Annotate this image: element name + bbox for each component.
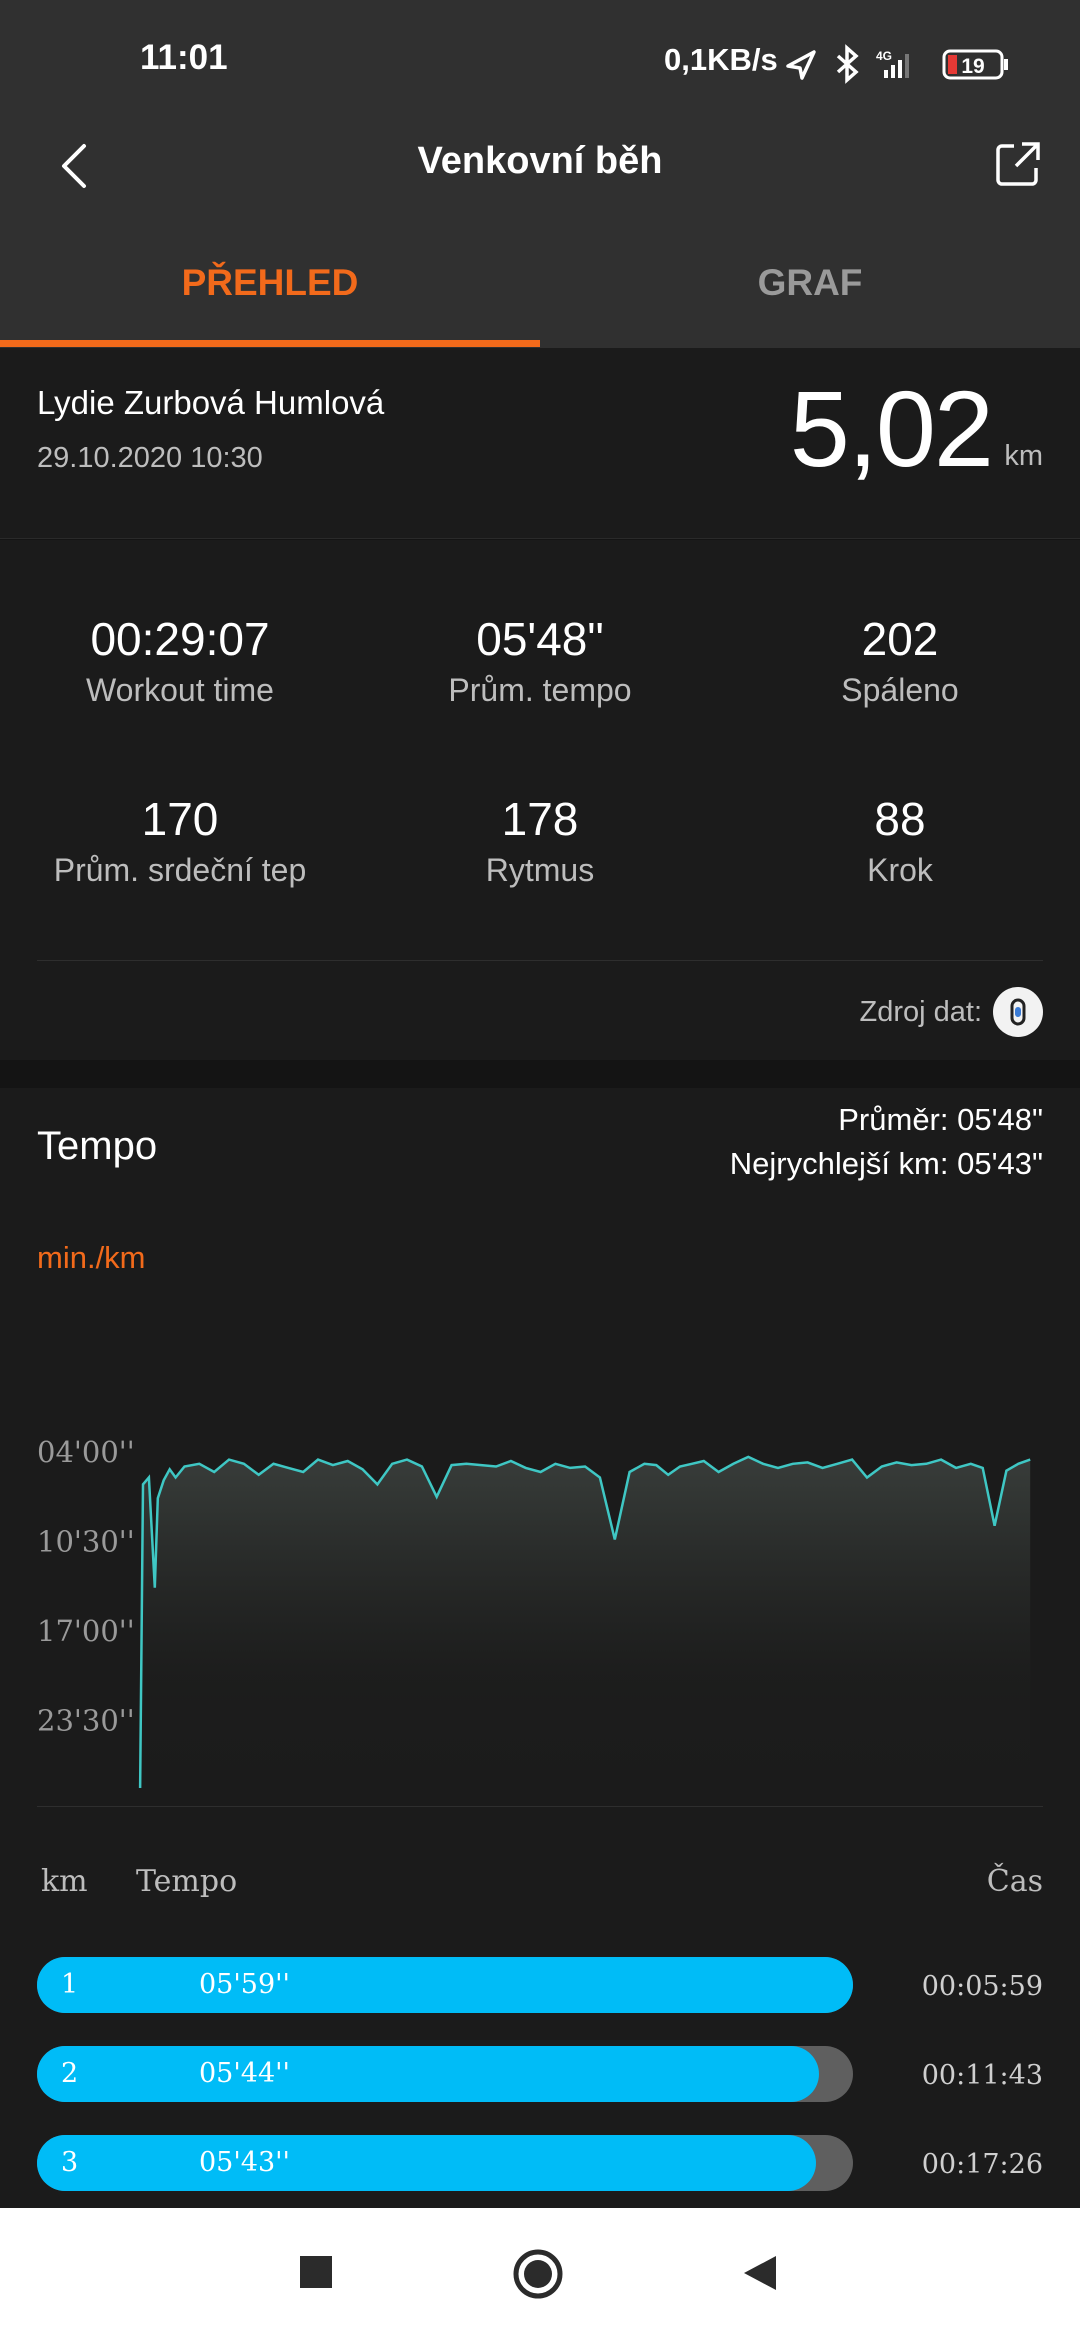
split-time: 00:05:59 bbox=[921, 1971, 1043, 2002]
tempo-fastest: Nejrychlejší km: 05'43" bbox=[729, 1146, 1043, 1181]
split-pace: 05'44'' bbox=[199, 2058, 290, 2089]
workout-date: 29.10.2020 10:30 bbox=[37, 442, 263, 474]
back-triangle-icon bbox=[744, 2256, 776, 2290]
page-title: Venkovní běh bbox=[417, 140, 663, 182]
split-km: 1 bbox=[61, 1969, 79, 2000]
recents-button[interactable] bbox=[300, 2256, 332, 2288]
split-time: 00:17:26 bbox=[921, 2149, 1043, 2180]
top-bar: 11:01 0,1KB/s 4G 19 Venkovní běh PŘEHLED… bbox=[0, 0, 1080, 348]
split-row: 3 05'43'' 00:17:26 bbox=[37, 2135, 1043, 2191]
stat-workout-time: 00:29:07 Workout time bbox=[0, 612, 360, 709]
bluetooth-icon bbox=[836, 44, 859, 84]
splits-col-time: Čas bbox=[986, 1864, 1043, 1899]
data-source-label: Zdroj dat: bbox=[859, 996, 983, 1028]
stat-label: Prům. tempo bbox=[448, 672, 632, 708]
watch-icon bbox=[1010, 998, 1026, 1026]
pace-chart: 04'00''10'30''17'00''23'30''30'00'' 00:0… bbox=[37, 1435, 1031, 1788]
divider bbox=[37, 1806, 1043, 1807]
signal-icon: 4G bbox=[876, 49, 909, 78]
stats-grid: 00:29:07 Workout time 05'48" Prům. tempo… bbox=[0, 540, 1080, 1060]
tempo-title: Tempo bbox=[37, 1124, 158, 1168]
splits-col-tempo: Tempo bbox=[136, 1864, 238, 1899]
back-nav-button[interactable] bbox=[742, 2254, 778, 2292]
stat-value: 05'48" bbox=[476, 613, 604, 665]
stat-label: Prům. srdeční tep bbox=[53, 852, 307, 888]
stat-label: Rytmus bbox=[485, 852, 595, 888]
stat-cadence: 178 Rytmus bbox=[360, 792, 720, 889]
split-bar-track: 3 05'43'' bbox=[37, 2135, 853, 2191]
user-name: Lydie Zurbová Humlová bbox=[37, 384, 385, 421]
stat-value: 170 bbox=[141, 793, 219, 845]
battery-icon: 19 bbox=[942, 49, 1008, 80]
stat-value: 178 bbox=[501, 793, 579, 845]
split-row: 1 05'59'' 00:05:59 bbox=[37, 1957, 1043, 2013]
splits-col-km: km bbox=[41, 1864, 88, 1899]
share-button[interactable] bbox=[994, 140, 1042, 188]
status-icons: 4G 19 bbox=[786, 44, 1008, 84]
stat-label: Workout time bbox=[86, 672, 274, 708]
y-tick-label: 17'00'' bbox=[37, 1614, 135, 1648]
square-icon bbox=[300, 2256, 332, 2288]
network-type: 4G bbox=[876, 49, 892, 63]
location-icon bbox=[786, 50, 816, 80]
tab-overview[interactable]: PŘEHLED bbox=[0, 262, 540, 304]
split-bar-track: 2 05'44'' bbox=[37, 2046, 853, 2102]
stat-value: 88 bbox=[874, 793, 926, 845]
split-bar-fill bbox=[37, 2046, 819, 2102]
stat-label: Krok bbox=[867, 852, 933, 888]
y-tick-label: 23'30'' bbox=[37, 1704, 135, 1738]
split-bar-fill bbox=[37, 1957, 853, 2013]
stat-calories: 202 Spáleno bbox=[720, 612, 1080, 709]
split-time: 00:11:43 bbox=[921, 2060, 1043, 2091]
stat-avg-heart-rate: 170 Prům. srdeční tep bbox=[0, 792, 360, 889]
split-bar-track: 1 05'59'' bbox=[37, 1957, 853, 2013]
tempo-average: Průměr: 05'48" bbox=[838, 1102, 1043, 1137]
tempo-unit: min./km bbox=[37, 1240, 146, 1275]
tempo-panel: Tempo Průměr: 05'48" Nejrychlejší km: 05… bbox=[0, 1088, 1080, 2208]
stat-value: 00:29:07 bbox=[90, 613, 270, 665]
status-network-speed: 0,1KB/s bbox=[664, 42, 778, 77]
distance-unit: km bbox=[1004, 440, 1043, 472]
split-pace: 05'43'' bbox=[199, 2147, 290, 2178]
y-tick-label: 10'30'' bbox=[37, 1525, 135, 1559]
split-bar-fill bbox=[37, 2135, 817, 2191]
divider bbox=[37, 960, 1043, 961]
y-tick-label: 04'00'' bbox=[37, 1435, 135, 1469]
stat-stride: 88 Krok bbox=[720, 792, 1080, 889]
active-tab-indicator bbox=[0, 340, 540, 347]
split-row: 2 05'44'' 00:11:43 bbox=[37, 2046, 1043, 2102]
distance-value: 5,02 bbox=[789, 368, 994, 489]
tab-chart[interactable]: GRAF bbox=[540, 262, 1080, 304]
home-button[interactable] bbox=[512, 2248, 564, 2300]
share-icon bbox=[996, 142, 1040, 186]
status-time: 11:01 bbox=[140, 38, 228, 77]
stat-value: 202 bbox=[861, 613, 939, 665]
pace-area bbox=[140, 1456, 1031, 1788]
data-source-button[interactable] bbox=[993, 987, 1043, 1037]
split-km: 3 bbox=[61, 2147, 79, 2178]
system-nav-bar bbox=[0, 2208, 1080, 2340]
stat-label: Spáleno bbox=[841, 672, 959, 708]
stat-avg-pace: 05'48" Prům. tempo bbox=[360, 612, 720, 709]
home-circle-icon bbox=[513, 2249, 563, 2299]
split-km: 2 bbox=[61, 2058, 79, 2089]
split-pace: 05'59'' bbox=[199, 1969, 290, 2000]
workout-summary: Lydie Zurbová Humlová 29.10.2020 10:30 5… bbox=[0, 348, 1080, 539]
battery-level: 19 bbox=[961, 55, 984, 78]
